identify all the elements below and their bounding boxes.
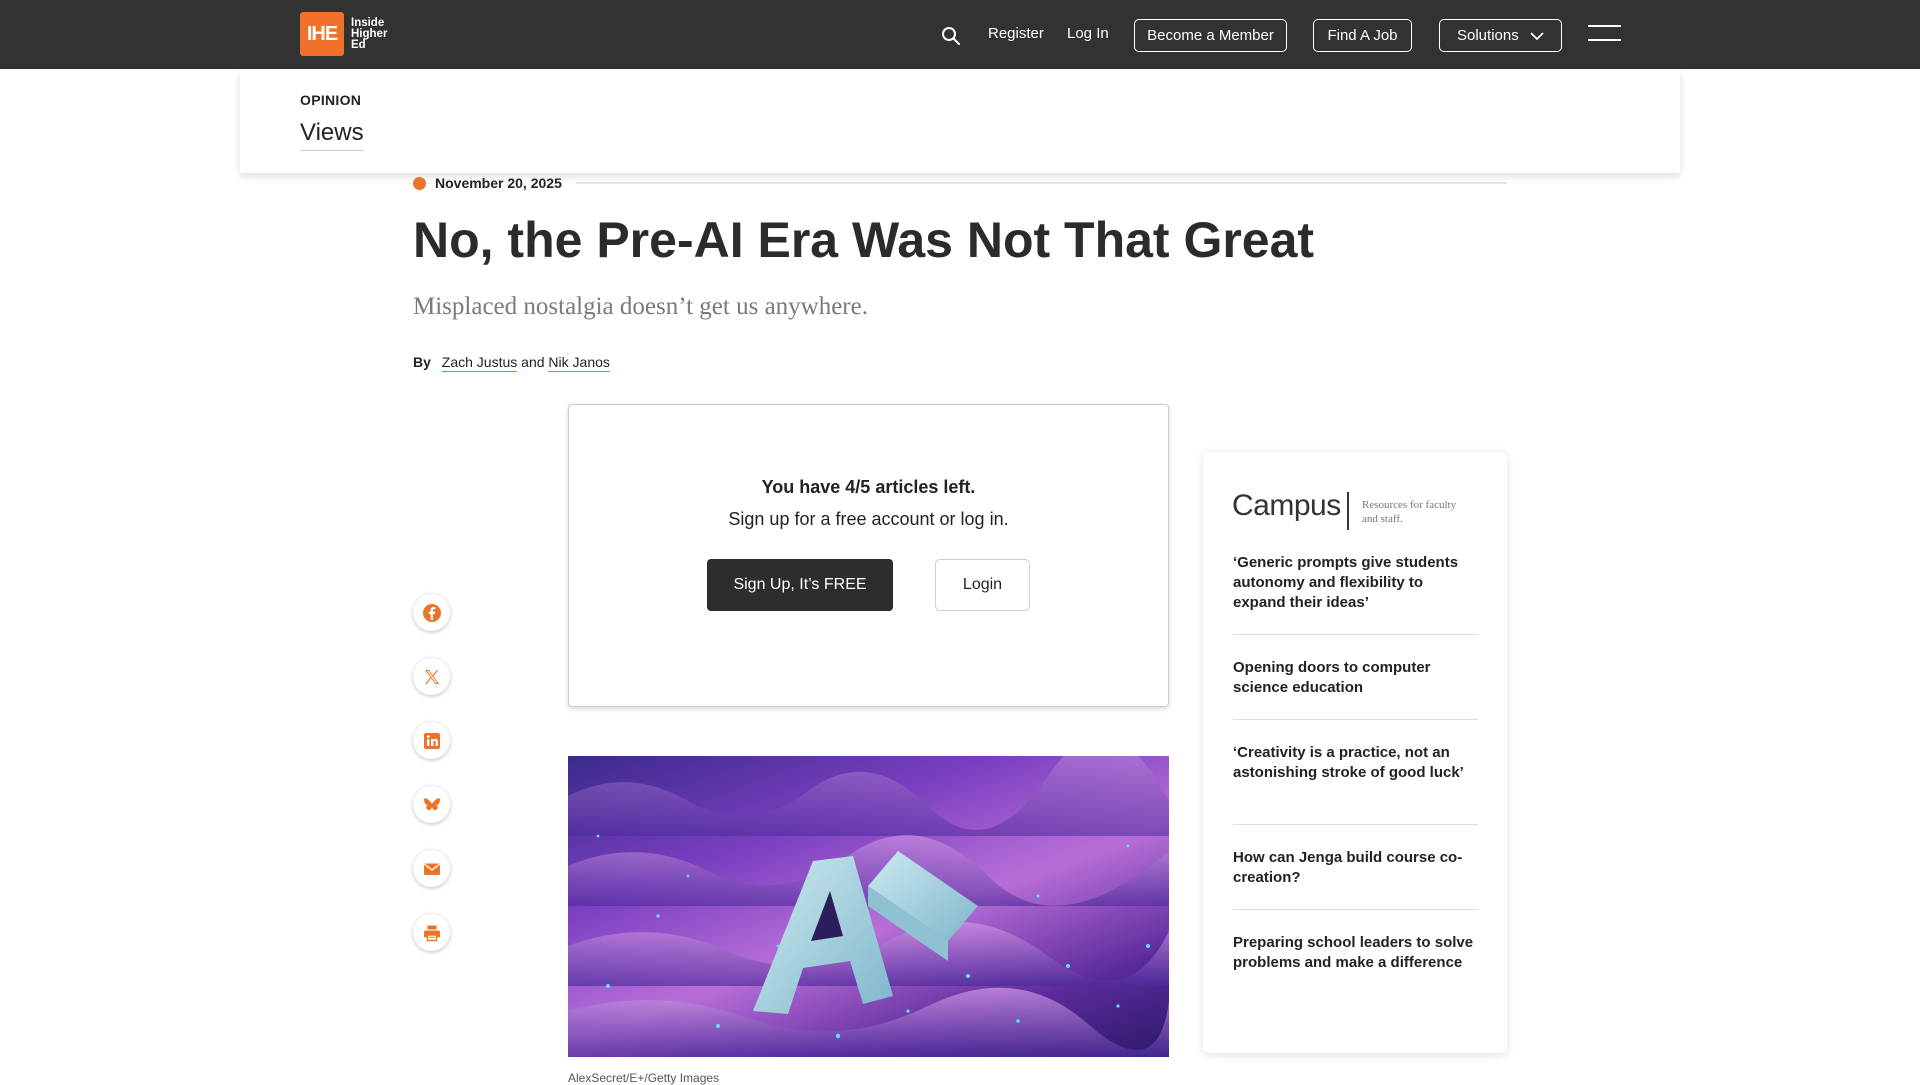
share-bluesky-button[interactable] xyxy=(413,786,450,823)
print-icon xyxy=(423,925,440,941)
print-button[interactable] xyxy=(413,914,450,951)
byline-prefix: By xyxy=(413,354,431,370)
campus-logo[interactable]: Campus xyxy=(1232,489,1341,523)
campus-divider-line xyxy=(1233,634,1478,635)
hamburger-menu-icon[interactable] xyxy=(1588,25,1621,43)
signup-prompt: Sign up for a free account or log in. xyxy=(728,509,1009,529)
article-byline: By Zach Justus and Nik Janos xyxy=(413,354,610,372)
site-logo[interactable]: IHE Inside Higher Ed xyxy=(300,12,387,56)
campus-tagline: Resources for faculty and staff. xyxy=(1362,499,1457,525)
logo-line-2: Higher xyxy=(351,27,388,40)
find-job-button[interactable]: Find A Job xyxy=(1313,19,1412,52)
logo-line-1: Inside xyxy=(351,16,385,29)
register-link[interactable]: Register xyxy=(988,25,1044,42)
solutions-dropdown[interactable]: Solutions xyxy=(1439,19,1562,52)
paywall-box: You have 4/5 articles left. Sign up for … xyxy=(568,404,1169,707)
linkedin-icon xyxy=(423,732,440,749)
section-title[interactable]: Views xyxy=(300,119,364,151)
logo-mark: IHE xyxy=(300,12,344,56)
campus-article-link[interactable]: Opening doors to computer science educat… xyxy=(1233,658,1478,698)
campus-divider-line xyxy=(1233,719,1478,720)
logo-wordmark: Inside Higher Ed xyxy=(351,16,388,51)
campus-sidebar: Campus Resources for faculty and staff. … xyxy=(1203,452,1507,1053)
share-email-button[interactable] xyxy=(413,850,450,887)
x-icon xyxy=(424,669,439,684)
bluesky-icon xyxy=(423,797,440,810)
share-linkedin-button[interactable] xyxy=(413,722,450,759)
campus-article-link[interactable]: ‘Generic prompts give students autonomy … xyxy=(1233,553,1478,613)
chevron-down-icon xyxy=(1530,32,1544,41)
solutions-label: Solutions xyxy=(1457,27,1519,44)
campus-divider-line xyxy=(1233,824,1478,825)
facebook-icon xyxy=(422,603,441,622)
date-dot-icon xyxy=(413,176,426,190)
articles-left-message: You have 4/5 articles left. xyxy=(761,477,976,497)
article-date-row: November 20, 2025 xyxy=(413,175,1507,191)
login-button[interactable]: Login xyxy=(935,559,1030,611)
search-icon[interactable] xyxy=(941,26,961,46)
login-link[interactable]: Log In xyxy=(1067,25,1109,42)
byline-and: and xyxy=(521,354,545,370)
campus-article-link[interactable]: How can Jenga build course co-creation? xyxy=(1233,848,1478,888)
logo-line-3: Ed xyxy=(351,38,366,51)
email-icon xyxy=(423,863,440,875)
article-hero-image xyxy=(568,756,1169,1057)
campus-article-link[interactable]: ‘Creativity is a practice, not an astoni… xyxy=(1233,743,1478,783)
top-navigation-bar: IHE Inside Higher Ed Register Log In Bec… xyxy=(0,0,1920,69)
become-member-button[interactable]: Become a Member xyxy=(1134,19,1287,52)
author-link-2[interactable]: Nik Janos xyxy=(548,354,610,372)
share-facebook-button[interactable] xyxy=(413,594,450,631)
section-kicker[interactable]: OPINION xyxy=(300,92,361,108)
date-divider xyxy=(575,182,1507,184)
article-date: November 20, 2025 xyxy=(435,175,562,191)
article-dek: Misplaced nostalgia doesn’t get us anywh… xyxy=(413,293,868,320)
signup-button[interactable]: Sign Up, It’s FREE xyxy=(707,559,893,611)
campus-logo-divider xyxy=(1347,492,1349,530)
article-headline: No, the Pre-AI Era Was Not That Great xyxy=(413,212,1315,268)
campus-article-link[interactable]: Preparing school leaders to solve proble… xyxy=(1233,933,1478,973)
author-link-1[interactable]: Zach Justus xyxy=(441,354,518,372)
campus-divider-line xyxy=(1233,909,1478,910)
share-x-button[interactable] xyxy=(413,658,450,695)
image-caption: AlexSecret/E+/Getty Images xyxy=(568,1071,720,1085)
section-header: OPINION Views xyxy=(240,69,1680,173)
ai-letters-illustration xyxy=(568,756,1169,1057)
